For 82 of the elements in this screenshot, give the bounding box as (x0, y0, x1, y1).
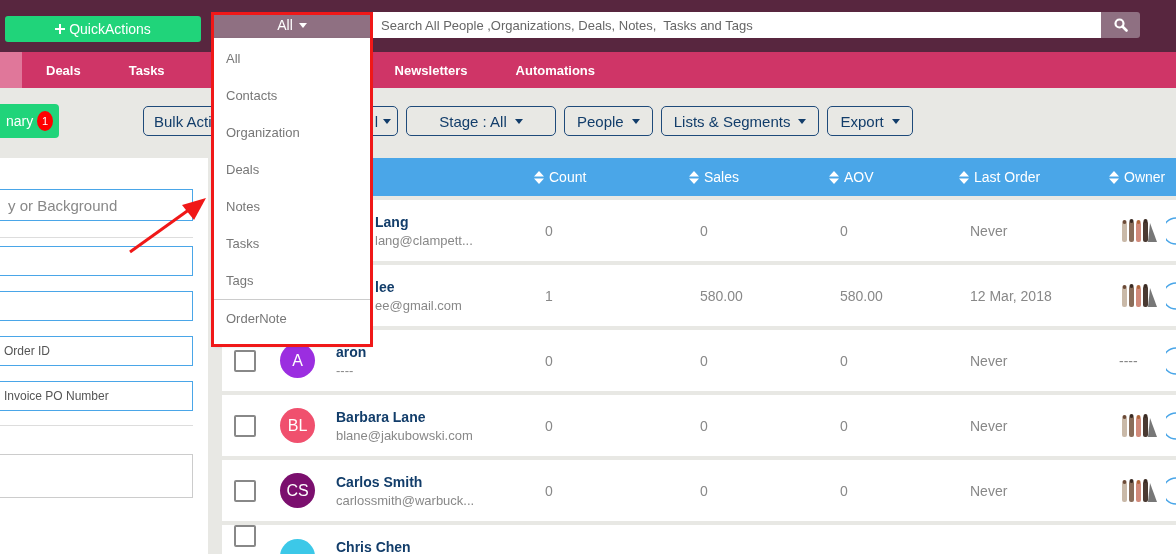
contact-email: carlossmith@warbuck... (336, 492, 475, 508)
sort-icon (1109, 170, 1119, 184)
table-cell: 0 (545, 417, 553, 434)
checkbox[interactable] (234, 479, 256, 502)
contact-name[interactable]: Lang (375, 213, 409, 230)
sort-icon (534, 170, 544, 184)
toolbar-button[interactable]: Stage : All (406, 106, 556, 136)
menu-item[interactable]: Tasks (214, 225, 370, 262)
sort-icon (829, 170, 839, 184)
circle-button-icon[interactable] (1166, 411, 1176, 440)
menu-item[interactable]: All (214, 40, 370, 77)
menu-item[interactable]: Tags (214, 262, 370, 299)
search-icon (1113, 18, 1128, 32)
circle-button-icon[interactable] (1166, 476, 1176, 505)
contact-name[interactable]: Barbara Lane (336, 408, 426, 425)
nav-tab[interactable]: Deals (22, 52, 105, 88)
contact-email: blane@jakubowski.com (336, 427, 473, 443)
contact-name[interactable]: aron (336, 343, 367, 360)
table-cell: Never (970, 417, 1008, 434)
caret-icon (298, 22, 307, 28)
contact-email: ee@gmail.com (375, 297, 462, 313)
table-cell: Never (970, 222, 1008, 239)
table-cell: 12 Mar, 2018 (970, 287, 1052, 304)
nav-tab[interactable]: Automations (491, 52, 620, 88)
table-cell: 0 (840, 482, 848, 499)
circle-button-icon[interactable] (1166, 281, 1176, 310)
toolbar-button[interactable]: Lists & Segments (660, 106, 820, 136)
sort-icon (959, 170, 969, 184)
column-header[interactable]: Sales (685, 169, 825, 185)
table-cell: Never (970, 482, 1008, 499)
circle-button-icon[interactable] (1166, 216, 1176, 245)
checkbox[interactable] (234, 349, 256, 372)
contact-name[interactable]: Carlos Smith (336, 473, 423, 490)
toolbar-button[interactable]: Export (827, 106, 913, 136)
text-area[interactable] (0, 454, 193, 498)
column-header[interactable]: Owner (1105, 169, 1176, 185)
contact-name[interactable]: Chris Chen (336, 539, 411, 554)
plus-icon (55, 24, 66, 34)
search-field[interactable]: y or Background (0, 189, 193, 221)
table-cell: 0 (545, 482, 553, 499)
table-cell: ---- (1119, 352, 1138, 369)
checkbox[interactable] (234, 414, 256, 437)
table-cell: 0 (700, 352, 708, 369)
menu-item[interactable]: OrderNote (214, 300, 370, 337)
avatar: BL (280, 408, 315, 443)
table-cell: 0 (840, 352, 848, 369)
toolbar-button[interactable]: People (564, 106, 653, 136)
input-field[interactable]: Order ID (0, 336, 193, 366)
contact-email: ---- (336, 362, 354, 378)
table-cell: 1 (545, 287, 553, 304)
table-cell: 0 (545, 352, 553, 369)
column-header[interactable]: Last Order (955, 169, 1105, 185)
avatar: CS (280, 473, 315, 508)
table-cell: Never (970, 352, 1008, 369)
nav-tab[interactable]: Newsletters (370, 52, 492, 88)
search-field[interactable]: Search All People ,Organizations, Deals, Notes, Tasks and Tags (371, 12, 1101, 38)
search-button[interactable] (1101, 12, 1140, 38)
nav-tab[interactable]: Tasks (104, 52, 189, 88)
table-cell: 0 (700, 482, 708, 499)
menu-item[interactable]: Contacts (214, 77, 370, 114)
contact-name[interactable]: lee (375, 278, 395, 295)
menu-item[interactable]: Organization (214, 114, 370, 151)
column-header[interactable]: Count (530, 169, 685, 185)
count-badge: 1 (37, 111, 53, 131)
menu-item[interactable]: Notes (214, 188, 370, 225)
table-cell: 580.00 (700, 287, 743, 304)
table-cell: 0 (700, 417, 708, 434)
summary-button[interactable]: nary 1 (0, 104, 59, 138)
input-field[interactable] (0, 246, 193, 276)
table-cell: 0 (545, 222, 553, 239)
circle-button-icon[interactable] (1166, 346, 1176, 375)
input-field[interactable]: Invoice PO Number (0, 381, 193, 411)
contact-email: lang@clampett... (375, 232, 473, 248)
checkbox[interactable] (234, 525, 256, 547)
table-cell: 0 (840, 417, 848, 434)
table-cell: 0 (700, 222, 708, 239)
table-cell: 0 (840, 222, 848, 239)
sort-icon (689, 170, 699, 184)
menu-item[interactable]: Deals (214, 151, 370, 188)
table-cell: 580.00 (840, 287, 883, 304)
column-header[interactable]: AOV (825, 169, 955, 185)
input-field[interactable] (0, 291, 193, 321)
